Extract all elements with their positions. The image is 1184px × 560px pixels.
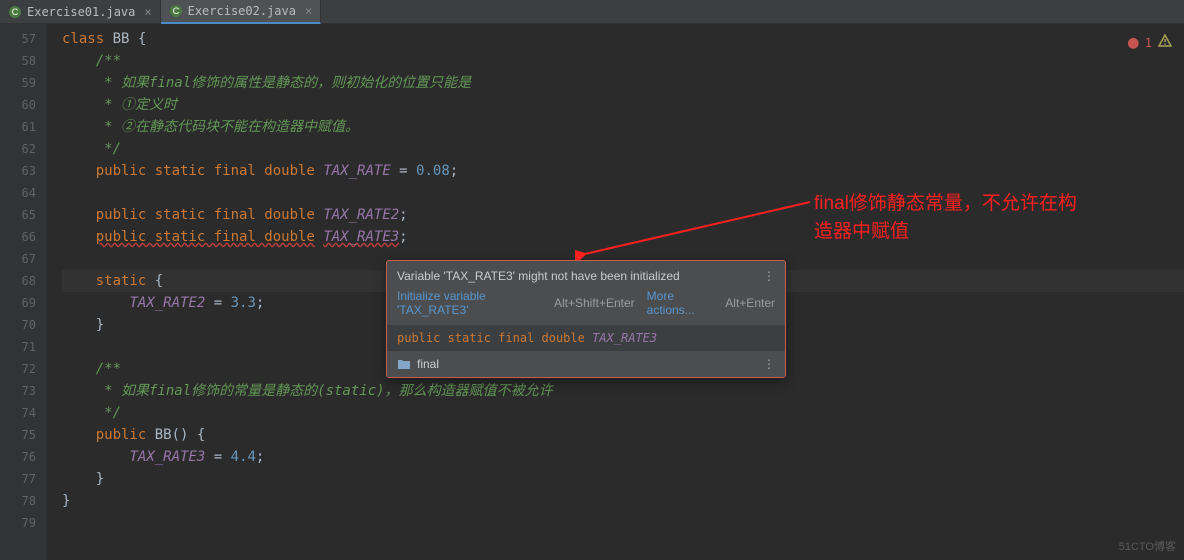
more-icon[interactable]: ⋮ [763,357,775,371]
field-name-error: TAX_RATE3 [323,229,399,245]
annotation-text: final修饰静态常量，不允许在构 造器中赋值 [814,190,1077,246]
svg-text:C: C [12,7,19,17]
comment: /** [96,361,121,377]
line-gutter: 575859 606162 636465 666768 697071 72737… [0,24,46,560]
keyword: public [96,427,147,443]
field-name: TAX_RATE2 [323,207,399,223]
keyword: class [62,31,104,47]
keyword: static [96,273,147,289]
comment: * ②在静态代码块不能在构造器中赋值。 [96,119,359,135]
field-name: TAX_RATE3 [129,449,205,465]
comment: * 如果final修饰的常量是静态的(static)，那么构造器赋值不被允许 [96,383,553,399]
quickfix-link[interactable]: Initialize variable 'TAX_RATE3' [397,289,548,317]
tab-bar: C Exercise01.java × C Exercise02.java × [0,0,1184,24]
class-name: BB [113,31,130,47]
number: 3.3 [231,295,256,311]
close-icon[interactable]: × [144,5,151,19]
field-name: TAX_RATE2 [129,295,205,311]
shortcut-text: Alt+Enter [725,296,775,310]
folder-icon [397,358,411,370]
tab-exercise01[interactable]: C Exercise01.java × [0,0,161,24]
modifiers: public static final double [96,229,315,245]
comment: /** [96,53,121,69]
warning-icon [1158,34,1172,51]
modifiers: public static final double [96,163,315,179]
error-tooltip: Variable 'TAX_RATE3' might not have been… [386,260,786,378]
java-class-icon: C [169,4,183,18]
field-name: TAX_RATE [323,163,390,179]
comment: */ [96,405,121,421]
watermark: 51CTO博客 [1119,538,1176,554]
tab-label: Exercise01.java [27,5,135,19]
number: 0.08 [416,163,450,179]
comment: * 如果final修饰的属性是静态的，则初始化的位置只能是 [96,75,471,91]
shortcut-text: Alt+Shift+Enter [554,296,635,310]
error-indicator[interactable]: ● 1 [1128,34,1172,51]
java-class-icon: C [8,5,22,19]
more-actions-link[interactable]: More actions... [647,289,720,317]
constructor-name: BB [155,427,172,443]
error-count: 1 [1145,36,1152,50]
svg-text:C: C [172,6,179,16]
more-icon[interactable]: ⋮ [763,269,775,283]
comment: * ①定义时 [96,97,177,113]
tooltip-footer-text: final [417,357,439,371]
number: 4.4 [231,449,256,465]
comment: */ [96,141,121,157]
tab-label: Exercise02.java [188,4,296,18]
error-icon: ● [1128,37,1139,49]
modifiers: public static final double [96,207,315,223]
tab-exercise02[interactable]: C Exercise02.java × [161,0,322,24]
tooltip-code-preview: public static final double TAX_RATE3 [397,331,775,345]
tooltip-title: Variable 'TAX_RATE3' might not have been… [397,269,680,283]
close-icon[interactable]: × [305,4,312,18]
